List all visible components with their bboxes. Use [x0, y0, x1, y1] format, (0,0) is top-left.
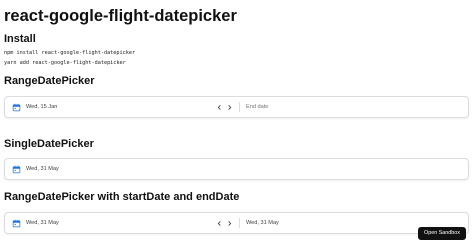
- start-date-field[interactable]: Wed, 15 Jan: [5, 97, 239, 117]
- range-date-picker-with-dates: Wed, 31 May Wed, 31 May: [4, 212, 469, 234]
- single-date-value: Wed, 31 May: [26, 166, 59, 172]
- single-picker-heading: SingleDatePicker: [4, 138, 94, 150]
- end-date-value: Wed, 31 May: [246, 220, 279, 226]
- page-title: react-google-flight-datepicker: [4, 7, 237, 25]
- single-date-field[interactable]: Wed, 31 May: [5, 159, 470, 179]
- end-date-placeholder: End date: [246, 104, 269, 110]
- end-date-field[interactable]: End date: [240, 97, 469, 117]
- open-sandbox-button[interactable]: Open Sandbox: [418, 227, 466, 240]
- yarn-add-command: yarn add react-google-flight-datepicker: [4, 60, 126, 66]
- calendar-icon: [12, 165, 21, 173]
- single-date-picker[interactable]: Wed, 31 May: [4, 158, 469, 180]
- chevron-right-icon[interactable]: [225, 219, 233, 227]
- chevron-left-icon[interactable]: [215, 103, 223, 111]
- calendar-icon: [12, 219, 21, 227]
- install-heading: Install: [4, 33, 36, 45]
- start-date-value: Wed, 31 May: [26, 220, 59, 226]
- calendar-icon: [12, 103, 21, 111]
- chevron-left-icon[interactable]: [215, 219, 223, 227]
- start-date-field[interactable]: Wed, 31 May: [5, 213, 239, 233]
- range-picker-dates-heading: RangeDatePicker with startDate and endDa…: [4, 191, 240, 203]
- chevron-right-icon[interactable]: [225, 103, 233, 111]
- range-date-picker: Wed, 15 Jan End date: [4, 96, 469, 118]
- start-date-value: Wed, 15 Jan: [26, 104, 58, 110]
- npm-install-command: npm install react-google-flight-datepick…: [4, 50, 136, 56]
- range-picker-heading: RangeDatePicker: [4, 75, 95, 87]
